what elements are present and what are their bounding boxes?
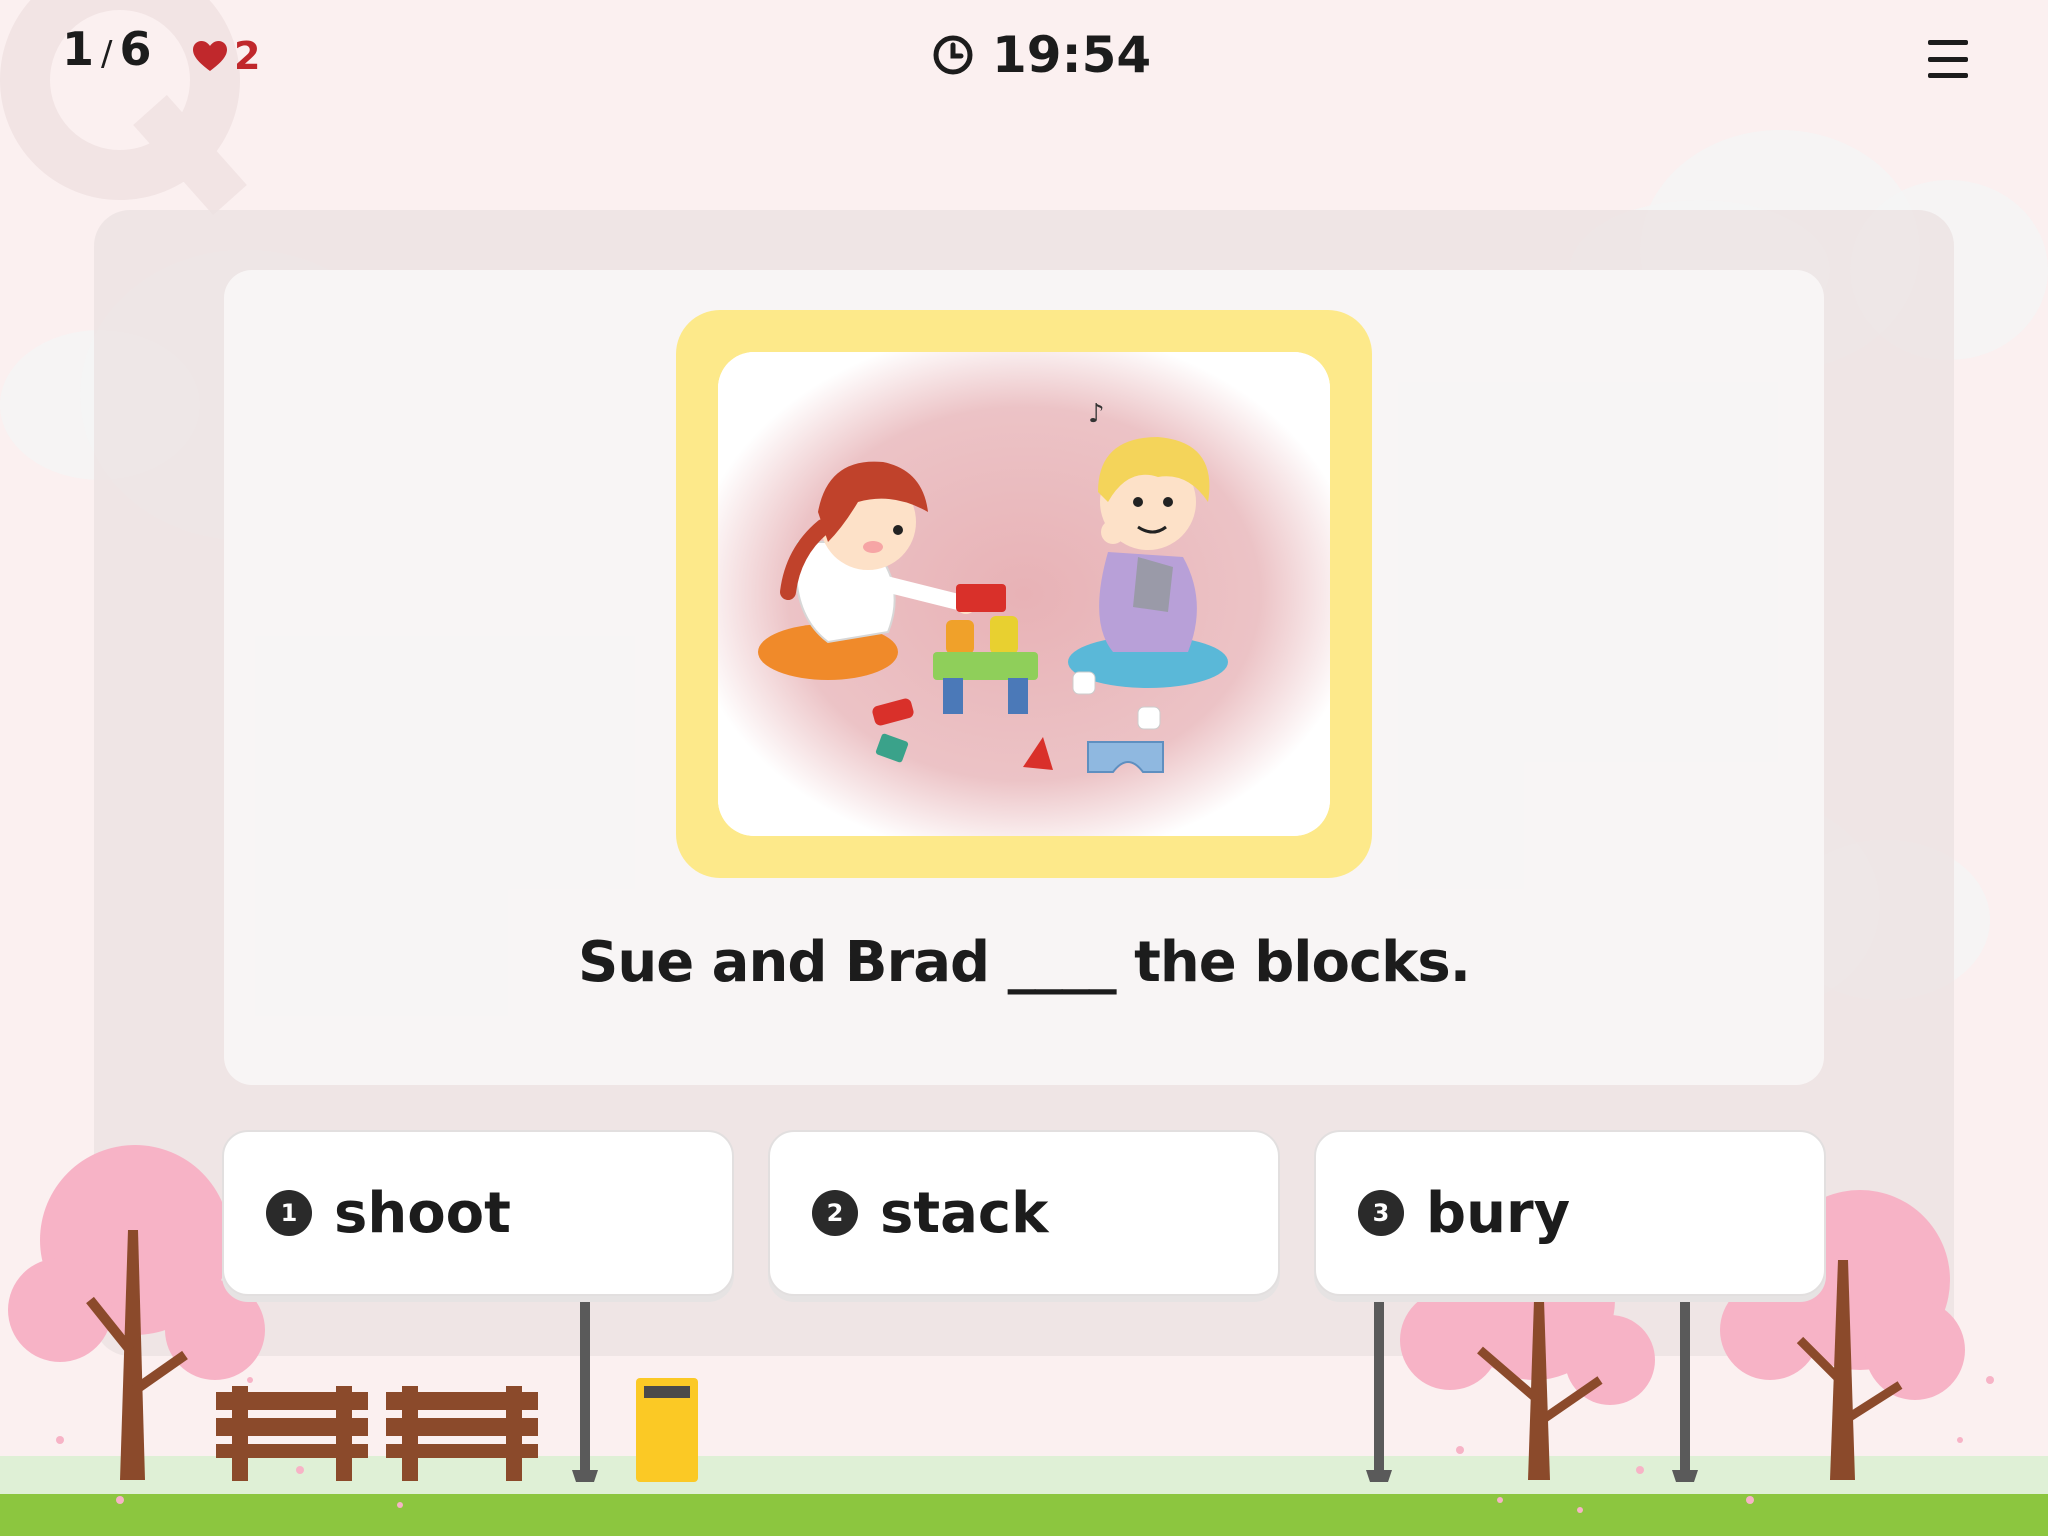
option-button-2[interactable]: 2 stack [768,1130,1280,1296]
progress-total: 6 [119,22,153,76]
progress-current: 1 [62,22,96,76]
illustration-kids-stacking-blocks: ♪ [718,352,1330,836]
lives-count: 2 [234,34,261,78]
option-number-badge: 2 [812,1190,858,1236]
option-label: bury [1426,1180,1571,1246]
heart-icon [193,41,227,71]
option-label: stack [880,1180,1049,1246]
option-button-3[interactable]: 3 bury [1314,1130,1826,1296]
option-number-badge: 3 [1358,1190,1404,1236]
option-button-1[interactable]: 1 shoot [222,1130,734,1296]
question-image-frame: ♪ [676,310,1372,878]
lamp-post [1680,1300,1690,1470]
option-label: shoot [334,1180,511,1246]
question-progress: 1/6 [62,22,153,76]
clock-icon [933,35,973,75]
hamburger-menu-icon[interactable] [1928,40,1968,78]
top-bar: 1/6 2 19:54 [0,0,2048,110]
timer-value: 19:54 [992,26,1152,84]
trash-can [636,1378,698,1482]
svg-text:♪: ♪ [1088,399,1105,429]
progress-separator: / [101,34,114,74]
option-number-badge: 1 [266,1190,312,1236]
question-text: Sue and Brad ____ the blocks. [578,930,1471,995]
lives-counter: 2 [192,34,260,78]
lamp-post [1374,1300,1384,1470]
timer: 19:54 [932,26,1151,84]
lamp-post [580,1300,590,1470]
question-image: ♪ [718,352,1330,836]
